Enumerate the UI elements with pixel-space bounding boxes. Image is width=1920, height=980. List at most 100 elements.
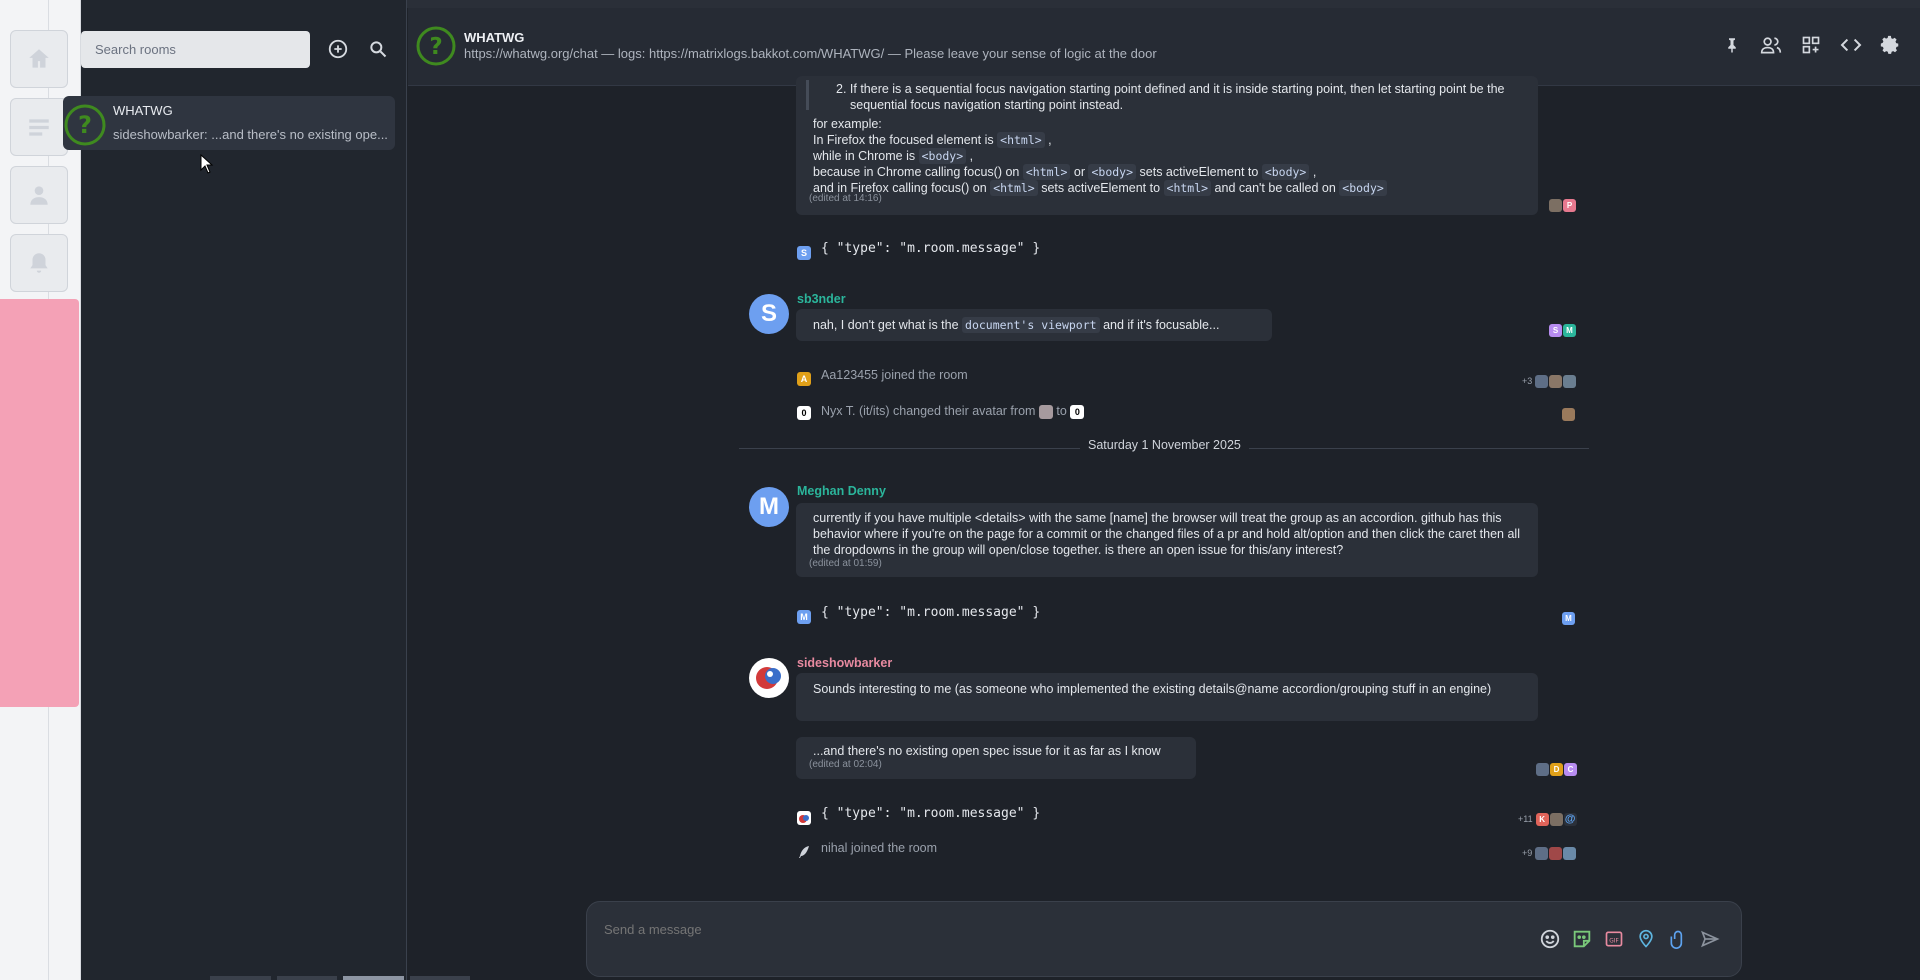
tab-indicator[interactable] <box>409 976 470 980</box>
receipt-avatar <box>1535 374 1549 388</box>
text: , <box>969 149 974 163</box>
text: , <box>1312 165 1317 179</box>
receipt-avatar <box>1535 846 1549 860</box>
sticker-icon[interactable] <box>1570 927 1594 951</box>
read-receipts[interactable]: P <box>1549 198 1576 212</box>
emoji-icon[interactable] <box>1538 927 1562 951</box>
inline-code: <html> <box>990 180 1038 196</box>
receipt-avatar <box>1536 762 1549 776</box>
notification-space-icon[interactable] <box>10 234 68 292</box>
inline-code: <html> <box>997 132 1045 148</box>
receipt-more: +9 <box>1522 848 1533 858</box>
quote-bar <box>806 80 809 110</box>
read-receipts[interactable] <box>1562 407 1575 421</box>
text: while in Chrome is <box>813 149 916 163</box>
bottom-tab-strip <box>210 976 470 980</box>
search-icon[interactable] <box>364 35 392 63</box>
room-preview: sideshowbarker: ...and there's no existi… <box>113 127 388 142</box>
inline-code: <body> <box>1339 180 1387 196</box>
edited-label[interactable]: (edited at 14:16) <box>809 193 882 204</box>
text: , <box>1048 133 1052 147</box>
widgets-icon[interactable] <box>1798 32 1824 58</box>
space-highlight <box>0 299 79 707</box>
home-space-icon[interactable] <box>10 30 68 88</box>
inline-code: <body> <box>1088 164 1137 180</box>
receipt-avatar <box>1549 846 1563 860</box>
read-receipts[interactable]: +9 <box>1522 846 1577 860</box>
edited-label[interactable]: (edited at 01:59) <box>809 558 882 569</box>
receipt-avatar: M <box>1563 323 1576 337</box>
mini-avatar: S <box>797 246 811 260</box>
location-icon[interactable] <box>1634 927 1658 951</box>
room-avatar: ? <box>64 104 106 146</box>
feather-icon <box>797 845 811 859</box>
avatar[interactable]: M <box>749 487 789 527</box>
add-icon[interactable] <box>324 35 352 63</box>
receipt-more: +3 <box>1522 376 1533 386</box>
event-json[interactable]: { "type": "m.room.message" } <box>821 806 1040 821</box>
event-json[interactable]: { "type": "m.room.message" } <box>821 605 1040 620</box>
receipt-avatar: C <box>1564 762 1577 776</box>
inline-code: <body> <box>918 148 967 164</box>
attachment-icon[interactable] <box>1666 927 1690 951</box>
read-receipts[interactable]: +11 K @ <box>1518 812 1577 826</box>
avatar[interactable]: S <box>749 294 789 334</box>
membership-event: nihal joined the room <box>821 841 938 855</box>
mouse-cursor-icon <box>200 153 214 178</box>
event-json[interactable]: { "type": "m.room.message" } <box>821 241 1040 256</box>
receipt-more: +11 <box>1518 814 1533 824</box>
message-text: nah, I don't get what is the document's … <box>813 317 1219 333</box>
inline-code: <html> <box>1163 180 1212 196</box>
read-receipts[interactable]: +3 <box>1522 374 1577 388</box>
read-receipts[interactable]: S M <box>1549 323 1576 337</box>
search-rooms-input[interactable]: Search rooms <box>81 31 310 68</box>
settings-gear-icon[interactable] <box>1877 32 1903 58</box>
inline-code: <body> <box>1261 164 1310 180</box>
room-header-avatar[interactable]: ? <box>416 26 456 66</box>
message-composer <box>586 901 1742 977</box>
receipt-avatar: P <box>1563 198 1576 212</box>
text: or <box>1073 165 1085 179</box>
receipt-avatar: M <box>1562 611 1575 625</box>
text: sets activeElement to <box>1041 181 1161 195</box>
message-line: because in Chrome calling focus() on <ht… <box>813 164 1316 180</box>
avatar-change-event: Nyx T. (it/its) changed their avatar fro… <box>821 403 1085 419</box>
tab-indicator[interactable] <box>343 976 404 980</box>
sender-name[interactable]: sb3nder <box>797 292 846 306</box>
svg-text:?: ? <box>78 111 92 139</box>
send-icon[interactable] <box>1698 927 1722 951</box>
gif-icon[interactable]: GIF <box>1602 927 1626 951</box>
receipt-avatar <box>1549 198 1562 212</box>
receipt-avatar <box>1563 374 1577 388</box>
receipt-avatar: @ <box>1563 812 1577 826</box>
read-receipts[interactable]: D C <box>1536 762 1577 776</box>
avatar[interactable] <box>749 658 789 698</box>
mini-avatar: A <box>797 372 811 386</box>
message-text: Sounds interesting to me (as someone who… <box>813 682 1492 696</box>
text: In Firefox the focused element is <box>813 133 994 147</box>
room-name: WHATWG <box>113 103 173 118</box>
text: and can't be called on <box>1214 181 1336 195</box>
message-text: for example: <box>813 117 882 131</box>
edited-label[interactable]: (edited at 02:04) <box>809 759 882 770</box>
code-icon[interactable] <box>1838 32 1864 58</box>
members-icon[interactable] <box>1758 32 1784 58</box>
svg-text:?: ? <box>429 34 442 60</box>
text: Nyx T. (it/its) changed their avatar fro… <box>821 404 1036 418</box>
message-line: In Firefox the focused element is <html>… <box>813 132 1052 148</box>
list-item: 2. If there is a sequential focus naviga… <box>836 82 1505 112</box>
old-avatar-image <box>1038 404 1053 419</box>
message-input[interactable] <box>604 922 1504 937</box>
message-text: ...and there's no existing open spec iss… <box>813 744 1161 758</box>
sender-name[interactable]: Meghan Denny <box>797 484 886 498</box>
receipt-avatar <box>1563 846 1577 860</box>
message-line: and in Firefox calling focus() on <html>… <box>813 180 1387 196</box>
pin-icon[interactable] <box>1719 32 1745 58</box>
membership-event: Aa123455 joined the room <box>821 368 968 382</box>
tab-indicator[interactable] <box>276 976 337 980</box>
space-icon[interactable] <box>10 98 68 156</box>
people-space-icon[interactable] <box>10 166 68 224</box>
read-receipts[interactable]: M <box>1562 611 1575 625</box>
sender-name[interactable]: sideshowbarker <box>797 656 892 670</box>
tab-indicator[interactable] <box>210 976 271 980</box>
